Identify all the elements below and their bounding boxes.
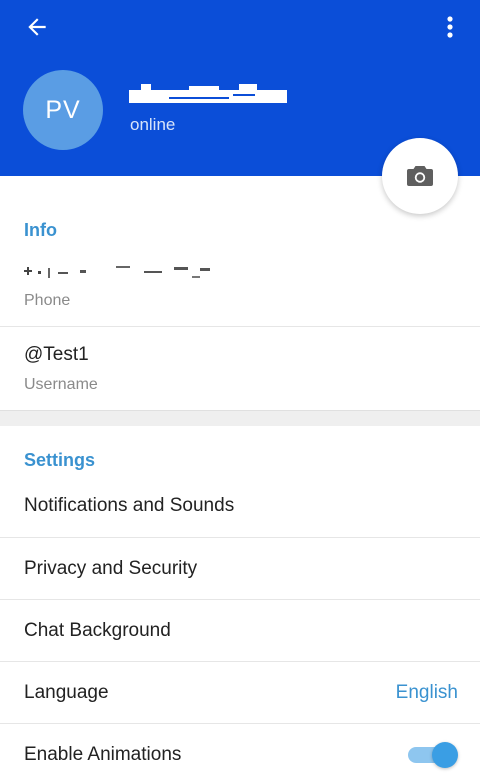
user-status: online: [130, 115, 176, 134]
settings-item-language[interactable]: Language English: [0, 662, 480, 724]
settings-item-privacy[interactable]: Privacy and Security: [0, 538, 480, 600]
arrow-left-icon: [28, 18, 46, 36]
settings-item-label: Enable Animations: [24, 744, 182, 765]
settings-item-notifications[interactable]: Notifications and Sounds: [0, 475, 480, 537]
username-label: Username: [24, 376, 98, 393]
phone-label: Phone: [24, 292, 71, 309]
settings-item-label: Notifications and Sounds: [24, 495, 235, 516]
back-button[interactable]: [22, 12, 52, 42]
more-vert-icon: [447, 16, 453, 38]
settings-item-label: Privacy and Security: [24, 558, 198, 579]
settings-item-label: Chat Background: [24, 620, 171, 641]
animations-toggle[interactable]: [406, 740, 458, 770]
info-section-title: Info: [24, 220, 57, 240]
more-options-button[interactable]: [438, 12, 462, 42]
toggle-knob: [432, 742, 458, 768]
language-value: English: [395, 682, 458, 703]
camera-button[interactable]: [382, 138, 458, 214]
camera-icon: [407, 166, 433, 186]
redacted-phone-number: [24, 266, 210, 278]
settings-section-title: Settings: [24, 450, 96, 470]
settings-item-enable-animations[interactable]: Enable Animations: [0, 724, 480, 778]
settings-item-chat-background[interactable]: Chat Background: [0, 600, 480, 662]
section-separator: [0, 410, 480, 426]
avatar[interactable]: PV: [23, 70, 103, 150]
redacted-user-name: [129, 84, 287, 103]
username-value[interactable]: @Test1: [24, 344, 89, 366]
divider: [0, 326, 480, 327]
settings-item-label: Language: [24, 682, 109, 703]
